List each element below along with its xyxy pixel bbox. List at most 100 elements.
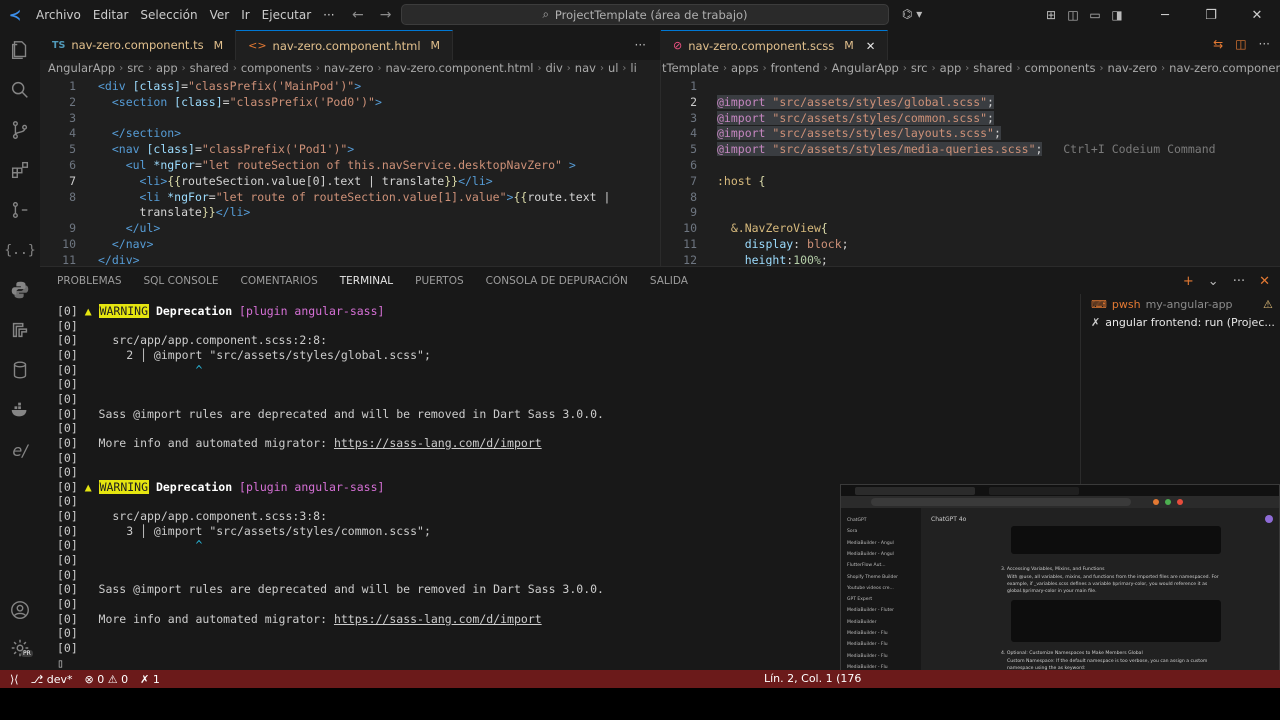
chat-sidebar-item[interactable]: MediaBuilder - Angul (847, 550, 894, 560)
code-token: ; (841, 237, 849, 251)
breadcrumb-item[interactable]: frontend (771, 61, 820, 75)
breadcrumb-item[interactable]: shared (190, 61, 229, 75)
testing-icon[interactable] (0, 310, 40, 350)
breadcrumb-item[interactable]: AngularApp (832, 61, 899, 75)
split-editor-icon[interactable]: ◫ (1235, 37, 1246, 51)
terminal-item-pwsh[interactable]: ⌨ pwsh my-angular-app ⚠ (1091, 296, 1273, 314)
remote-explorer-icon[interactable] (0, 190, 40, 230)
chat-sidebar-item[interactable]: GPT Expert (847, 595, 872, 605)
minimize-button[interactable]: ─ (1142, 8, 1188, 23)
breadcrumb-item[interactable]: shared (973, 61, 1012, 75)
more-actions-icon[interactable]: ··· (1233, 274, 1245, 289)
panel-tab[interactable]: SQL CONSOLE (133, 267, 230, 295)
back-arrow-icon[interactable]: ← (352, 7, 364, 23)
line-number: 8 (690, 189, 697, 204)
docker-icon[interactable] (0, 390, 40, 430)
open-changes-icon[interactable]: ⇆ (1213, 37, 1223, 51)
chat-sidebar-item[interactable]: MediaBuilder - Fluter (847, 606, 894, 616)
chat-sidebar-item[interactable]: ChatGPT (847, 516, 866, 526)
panel-tab[interactable]: TERMINAL (328, 267, 405, 295)
extensions-icon[interactable] (0, 150, 40, 190)
edge-devtools-icon[interactable]: e/ (0, 430, 40, 470)
breadcrumb-item[interactable]: nav (575, 61, 596, 75)
customize-layout-icon[interactable]: ⊞ (1040, 8, 1062, 22)
close-panel-icon[interactable]: ✕ (1259, 274, 1270, 289)
breadcrumb-item[interactable]: nav-zero.component.html (386, 61, 534, 75)
terminal-item-angular[interactable]: ✗ angular frontend: run (Projec... (1091, 314, 1275, 332)
more-actions-icon[interactable]: ··· (1259, 37, 1270, 51)
breadcrumb-item[interactable]: li (630, 61, 636, 75)
manage-gear-icon[interactable]: PR (0, 628, 40, 668)
source-control-icon[interactable] (0, 110, 40, 150)
breadcrumb-item[interactable]: components (241, 61, 312, 75)
chat-sidebar-item[interactable]: MediaBuilder - Angul (847, 539, 894, 549)
code-token: "src/assets/styles/common.scss" (772, 110, 988, 125)
menu-item[interactable]: Ir (235, 0, 255, 30)
panel-tab[interactable]: CONSOLA DE DEPURACIÓN (475, 267, 639, 295)
panel-tab[interactable]: SALIDA (639, 267, 699, 295)
command-center-search[interactable]: ⌕ ProjectTemplate (área de trabajo) (401, 4, 889, 25)
avatar[interactable] (1265, 515, 1273, 523)
menu-item[interactable]: Selección (134, 0, 203, 30)
chat-sidebar-item[interactable]: Sora (847, 527, 857, 537)
breadcrumb-item[interactable]: AngularApp (48, 61, 115, 75)
breadcrumb-item[interactable]: src (911, 61, 928, 75)
more-actions-icon[interactable]: ··· (635, 38, 646, 52)
code-token: <ul (125, 158, 154, 172)
chat-sidebar-item[interactable]: MediaBuilder - Flu (847, 652, 888, 662)
json-tools-icon[interactable]: {..} (0, 230, 40, 270)
menu-item[interactable]: Archivo (30, 0, 87, 30)
terminal-token: WARNING (98, 304, 150, 318)
breadcrumb-item[interactable]: div (545, 61, 562, 75)
toggle-primary-sidebar-icon[interactable]: ◫ (1062, 8, 1084, 22)
chat-sidebar-item[interactable]: Shopify Theme Builder (847, 573, 898, 583)
chat-sidebar-item[interactable]: MediaBuilder (847, 618, 876, 628)
menu-item[interactable]: Editar (87, 0, 135, 30)
panel-tab[interactable]: PROBLEMAS (46, 267, 133, 295)
chat-sidebar-item[interactable]: Youtube videos cre... (847, 584, 894, 594)
tab-nav-zero-html[interactable]: <> nav-zero.component.html M (236, 30, 454, 60)
breadcrumb-item[interactable]: app (940, 61, 962, 75)
breadcrumb-item[interactable]: ul (608, 61, 618, 75)
breadcrumb-item[interactable]: src (127, 61, 144, 75)
database-icon[interactable] (0, 350, 40, 390)
scss-editor[interactable]: 1 2 @import "src/assets/styles/global.scss… (661, 76, 1280, 266)
menu-item[interactable]: Ver (204, 0, 236, 30)
breadcrumb-item[interactable]: tTemplate (662, 61, 719, 75)
panel-tab[interactable]: COMENTARIOS (229, 267, 328, 295)
accounts-icon[interactable] (0, 590, 40, 630)
breadcrumb-item[interactable]: nav-zero (1108, 61, 1158, 75)
forward-arrow-icon[interactable]: → (380, 7, 392, 23)
html-editor[interactable]: 1 <div [class]="classPrefix('MainPod')"> 2… (40, 76, 660, 266)
toggle-secondary-sidebar-icon[interactable]: ◨ (1106, 8, 1128, 22)
panel-tab[interactable]: PUERTOS (404, 267, 475, 295)
breadcrumb-item[interactable]: app (156, 61, 178, 75)
chat-sidebar-item[interactable]: MediaBuilder - Flu (847, 640, 888, 650)
terminal-dropdown-icon[interactable]: ⌄ (1208, 274, 1219, 289)
menu-item[interactable]: Ejecutar (256, 0, 318, 30)
search-icon[interactable] (0, 70, 40, 110)
breadcrumb-item[interactable]: apps (731, 61, 759, 75)
branch-status[interactable]: ⎇ dev* (31, 673, 73, 686)
breadcrumb-item[interactable]: components (1024, 61, 1095, 75)
line-number: 4 (69, 126, 76, 141)
new-terminal-icon[interactable]: + (1183, 274, 1194, 289)
tab-nav-zero-ts[interactable]: TS nav-zero.component.ts M (40, 30, 237, 60)
problems-status[interactable]: ⊗ 0 ⚠ 0 (85, 673, 129, 686)
ports-status[interactable]: ✗ 1 (140, 673, 160, 686)
explorer-icon[interactable] (0, 30, 40, 70)
menu-item[interactable]: ··· (317, 0, 340, 30)
python-icon[interactable] (0, 270, 40, 310)
close-window-button[interactable]: ✕ (1234, 8, 1280, 23)
remote-icon[interactable]: ⟩⟨ (10, 673, 19, 686)
restore-button[interactable]: ❐ (1188, 8, 1234, 23)
breadcrumb-item[interactable]: nav-zero (324, 61, 374, 75)
copilot-icon[interactable]: ⌬ ▾ (902, 7, 922, 21)
chat-sidebar-item[interactable]: MediaBuilder - Flu (847, 629, 888, 639)
cursor-position[interactable]: Lín. 2, Col. 1 (176 (764, 672, 861, 685)
toggle-panel-icon[interactable]: ▭ (1084, 8, 1106, 22)
close-tab-icon[interactable]: ✕ (866, 39, 876, 53)
chat-sidebar-item[interactable]: FlutterFlow Aut... (847, 561, 886, 571)
tab-nav-zero-scss[interactable]: ⊘ nav-zero.component.scss M ✕ (661, 30, 889, 60)
breadcrumb-item[interactable]: nav-zero.component.scss (1169, 61, 1280, 75)
